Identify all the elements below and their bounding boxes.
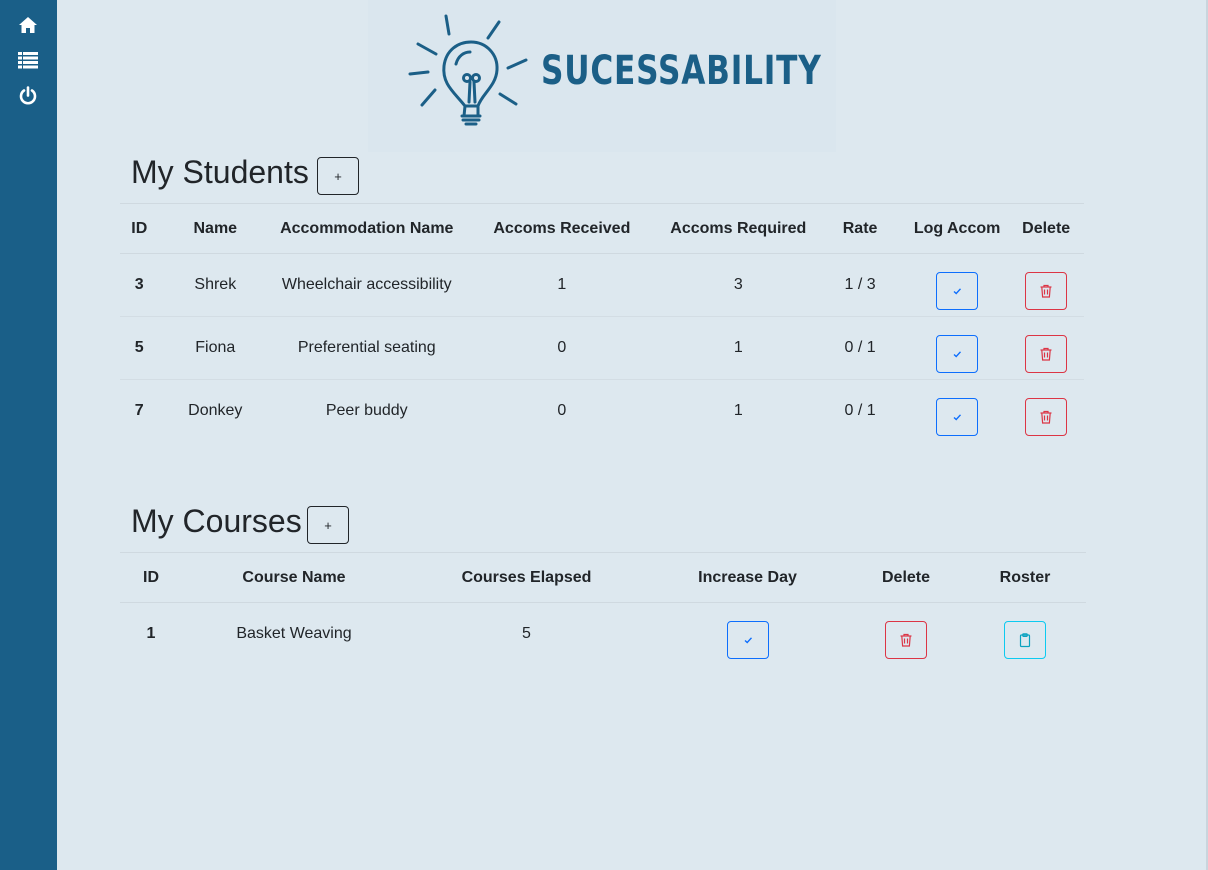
courses-elapsed: 5 — [522, 625, 531, 643]
accoms-received: 0 — [557, 402, 567, 420]
trash-icon — [1040, 347, 1052, 361]
add-student-button[interactable]: + — [317, 157, 359, 195]
students-table: ID Name Accommodation Name Accoms Receiv… — [120, 203, 1084, 443]
student-name: Shrek — [158, 253, 273, 317]
column-header-log-accom: Log Accom — [905, 203, 1009, 254]
roster-cell — [964, 603, 1086, 666]
accoms-required: 3 — [662, 253, 815, 317]
clipboard-icon — [1019, 633, 1031, 648]
delete-cell — [1008, 253, 1084, 317]
home-icon[interactable] — [17, 14, 39, 36]
power-icon[interactable] — [17, 85, 39, 107]
rate: 0 / 1 — [814, 316, 906, 380]
student-id: 3 — [120, 253, 159, 317]
delete-student-button[interactable] — [1025, 272, 1068, 310]
accommodation-name: Preferential seating — [272, 316, 462, 380]
check-icon — [953, 288, 962, 295]
check-icon — [953, 351, 962, 358]
column-header-id: ID — [120, 203, 159, 254]
increase-day-button[interactable] — [726, 621, 769, 660]
column-header-delete: Delete — [848, 552, 964, 603]
delete-cell — [1008, 316, 1084, 380]
log-accom-cell — [906, 380, 1009, 443]
courses-header-row: ID Course Name Courses Elapsed Increase … — [120, 552, 1086, 603]
log-accom-cell — [905, 316, 1009, 380]
rate: 0 / 1 — [844, 402, 876, 420]
rate: 1 / 3 — [814, 253, 906, 317]
list-icon[interactable] — [17, 49, 39, 71]
column-header-accoms-required: Accoms Required — [662, 203, 815, 254]
accommodation-name: Peer buddy — [325, 402, 408, 420]
accoms-required: 1 — [662, 316, 815, 380]
delete-course-button[interactable] — [885, 621, 927, 660]
course-id: 1 — [146, 625, 156, 643]
courses-table: ID Course Name Courses Elapsed Increase … — [120, 552, 1086, 666]
accommodation-name: Wheelchair accessibility — [272, 253, 462, 317]
increase-day-cell — [647, 603, 848, 666]
accoms-received: 1 — [461, 253, 663, 317]
check-icon — [744, 637, 752, 644]
column-header-courses-elapsed: Courses Elapsed — [406, 552, 647, 603]
students-header-row: ID Name Accommodation Name Accoms Receiv… — [120, 203, 1084, 254]
column-header-name: Name — [158, 203, 273, 254]
table-row: 1 Basket Weaving 5 — [120, 603, 1086, 666]
delete-cell — [848, 603, 964, 666]
course-name: Basket Weaving — [236, 625, 352, 643]
student-id: 5 — [120, 316, 159, 380]
log-accom-button[interactable] — [936, 272, 979, 310]
student-id: 7 — [134, 402, 144, 420]
column-header-delete: Delete — [1008, 203, 1084, 254]
courses-title: My Courses — [131, 503, 302, 539]
table-row: 7 Donkey Peer buddy 0 1 0 / 1 — [120, 380, 1084, 443]
students-title: My Students — [131, 154, 309, 190]
table-row: 3 Shrek Wheelchair accessibility 1 3 1 /… — [120, 253, 1084, 317]
delete-cell — [1008, 380, 1084, 443]
roster-button[interactable] — [1004, 621, 1046, 660]
column-header-rate: Rate — [814, 203, 906, 254]
delete-student-button[interactable] — [1025, 335, 1068, 373]
trash-icon — [1040, 411, 1052, 424]
logo: SUCESSABILITY — [368, 0, 836, 152]
logo-text: SUCESSABILITY — [541, 48, 822, 94]
sidebar — [0, 0, 57, 870]
accoms-required: 1 — [733, 402, 743, 420]
log-accom-button[interactable] — [936, 398, 979, 437]
log-accom-cell — [905, 253, 1009, 317]
column-header-id: ID — [120, 552, 182, 603]
add-course-button[interactable]: + — [307, 506, 349, 544]
column-header-course-name: Course Name — [182, 552, 406, 603]
column-header-accoms-received: Accoms Received — [461, 203, 663, 254]
column-header-accommodation-name: Accommodation Name — [272, 203, 462, 254]
student-name: Donkey — [188, 402, 243, 420]
log-accom-button[interactable] — [936, 335, 979, 373]
column-header-roster: Roster — [964, 552, 1086, 603]
table-row: 5 Fiona Preferential seating 0 1 0 / 1 — [120, 316, 1084, 380]
accoms-received: 0 — [461, 316, 663, 380]
trash-icon — [1040, 284, 1052, 298]
lightbulb-icon — [408, 14, 528, 126]
check-icon — [953, 414, 962, 421]
trash-icon — [900, 634, 912, 647]
delete-student-button[interactable] — [1025, 398, 1068, 437]
student-name: Fiona — [158, 316, 273, 380]
column-header-increase-day: Increase Day — [647, 552, 848, 603]
